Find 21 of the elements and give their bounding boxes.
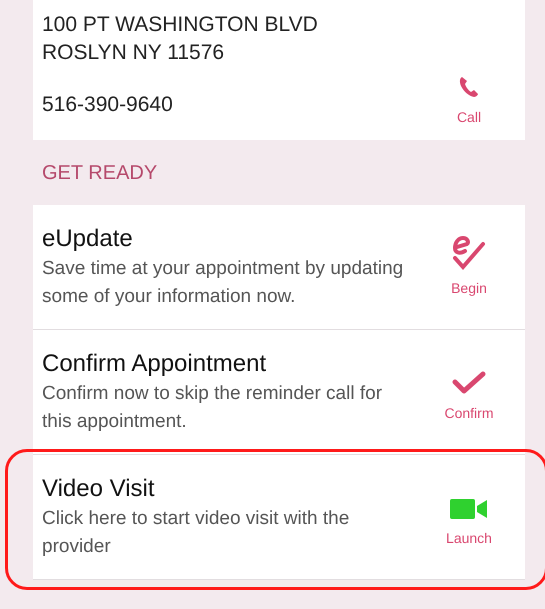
- address-line: ROSLYN NY 11576: [42, 40, 226, 66]
- task-row[interactable]: Confirm Appointment Confirm now to skip the reminder call for this appointment. Confirm: [33, 330, 525, 455]
- task-description: Save time at your appointment by updating some of your information now.: [42, 257, 404, 309]
- phone-number: 516-390-9640: [42, 92, 174, 118]
- video-action-button[interactable]: Launch: [429, 486, 509, 548]
- task-title: eUpdate: [42, 224, 134, 254]
- task-title: Confirm Appointment: [42, 349, 268, 379]
- task-title: Video Visit: [42, 474, 156, 504]
- edit-action-button[interactable]: Begin: [429, 236, 509, 298]
- section-heading: GET READY: [42, 160, 158, 186]
- phone-icon: [458, 75, 480, 99]
- check-action-button[interactable]: Confirm: [429, 360, 509, 424]
- checkmark-icon: [452, 370, 486, 394]
- task-row[interactable]: eUpdate Save time at your appointment by updating some of your information now. Begin: [33, 205, 525, 330]
- call-action-button[interactable]: Call: [429, 65, 509, 128]
- task-description: Confirm now to skip the reminder call for this appointment.: [42, 382, 384, 434]
- task-description: Click here to start video visit with the provider: [42, 507, 350, 559]
- address-line: 100 PT WASHINGTON BLVD: [42, 12, 319, 38]
- video-camera-icon: [450, 498, 488, 520]
- task-row[interactable]: Video Visit Click here to start video visit with the provider Launch: [33, 455, 525, 580]
- edit-check-icon: [451, 236, 487, 270]
